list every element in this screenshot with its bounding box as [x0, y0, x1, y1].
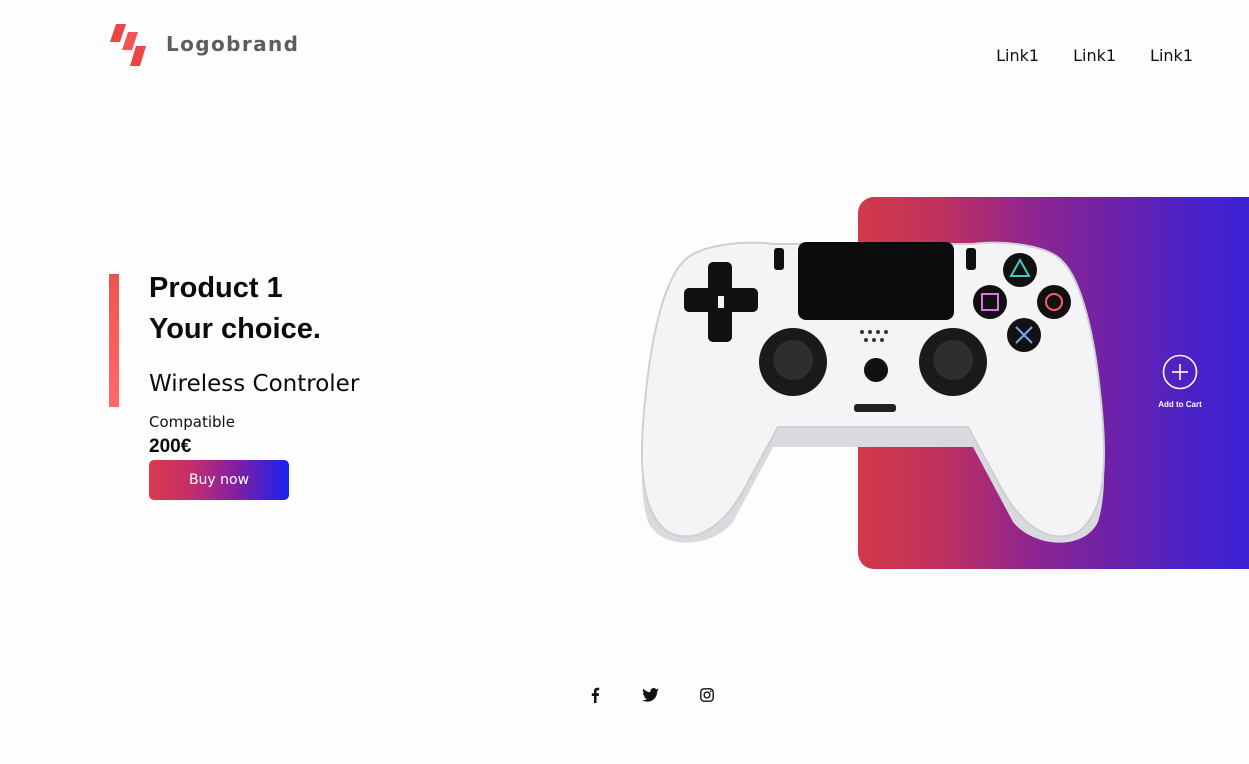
hero-title-line-2: Your choice. [149, 313, 321, 345]
logo-icon [110, 24, 146, 66]
main-nav: Link1 Link1 Link1 [996, 46, 1193, 65]
nav-link-2[interactable]: Link1 [1073, 46, 1116, 65]
plus-circle-icon [1162, 354, 1198, 390]
facebook-icon[interactable] [586, 686, 604, 704]
add-to-cart-label: Add to Cart [1158, 400, 1202, 409]
instagram-icon[interactable] [698, 686, 716, 704]
product-subtitle: Wireless Controler [149, 371, 360, 397]
accent-bar [109, 274, 119, 407]
hero-title: Product 1 Your choice. [149, 268, 321, 350]
product-price: 200€ [149, 436, 192, 457]
hero-title-line-1: Product 1 [149, 272, 283, 304]
compatibility-label: Compatible [149, 413, 235, 431]
nav-link-3[interactable]: Link1 [1150, 46, 1193, 65]
twitter-icon[interactable] [642, 686, 660, 704]
buy-now-button[interactable]: Buy now [149, 460, 289, 500]
gamepad-image [640, 241, 1106, 543]
brand-logo[interactable]: Logobrand [110, 22, 299, 68]
social-links [0, 686, 1249, 704]
nav-link-1[interactable]: Link1 [996, 46, 1039, 65]
add-to-cart-button[interactable]: Add to Cart [1153, 354, 1207, 409]
brand-name: Logobrand [166, 32, 300, 56]
